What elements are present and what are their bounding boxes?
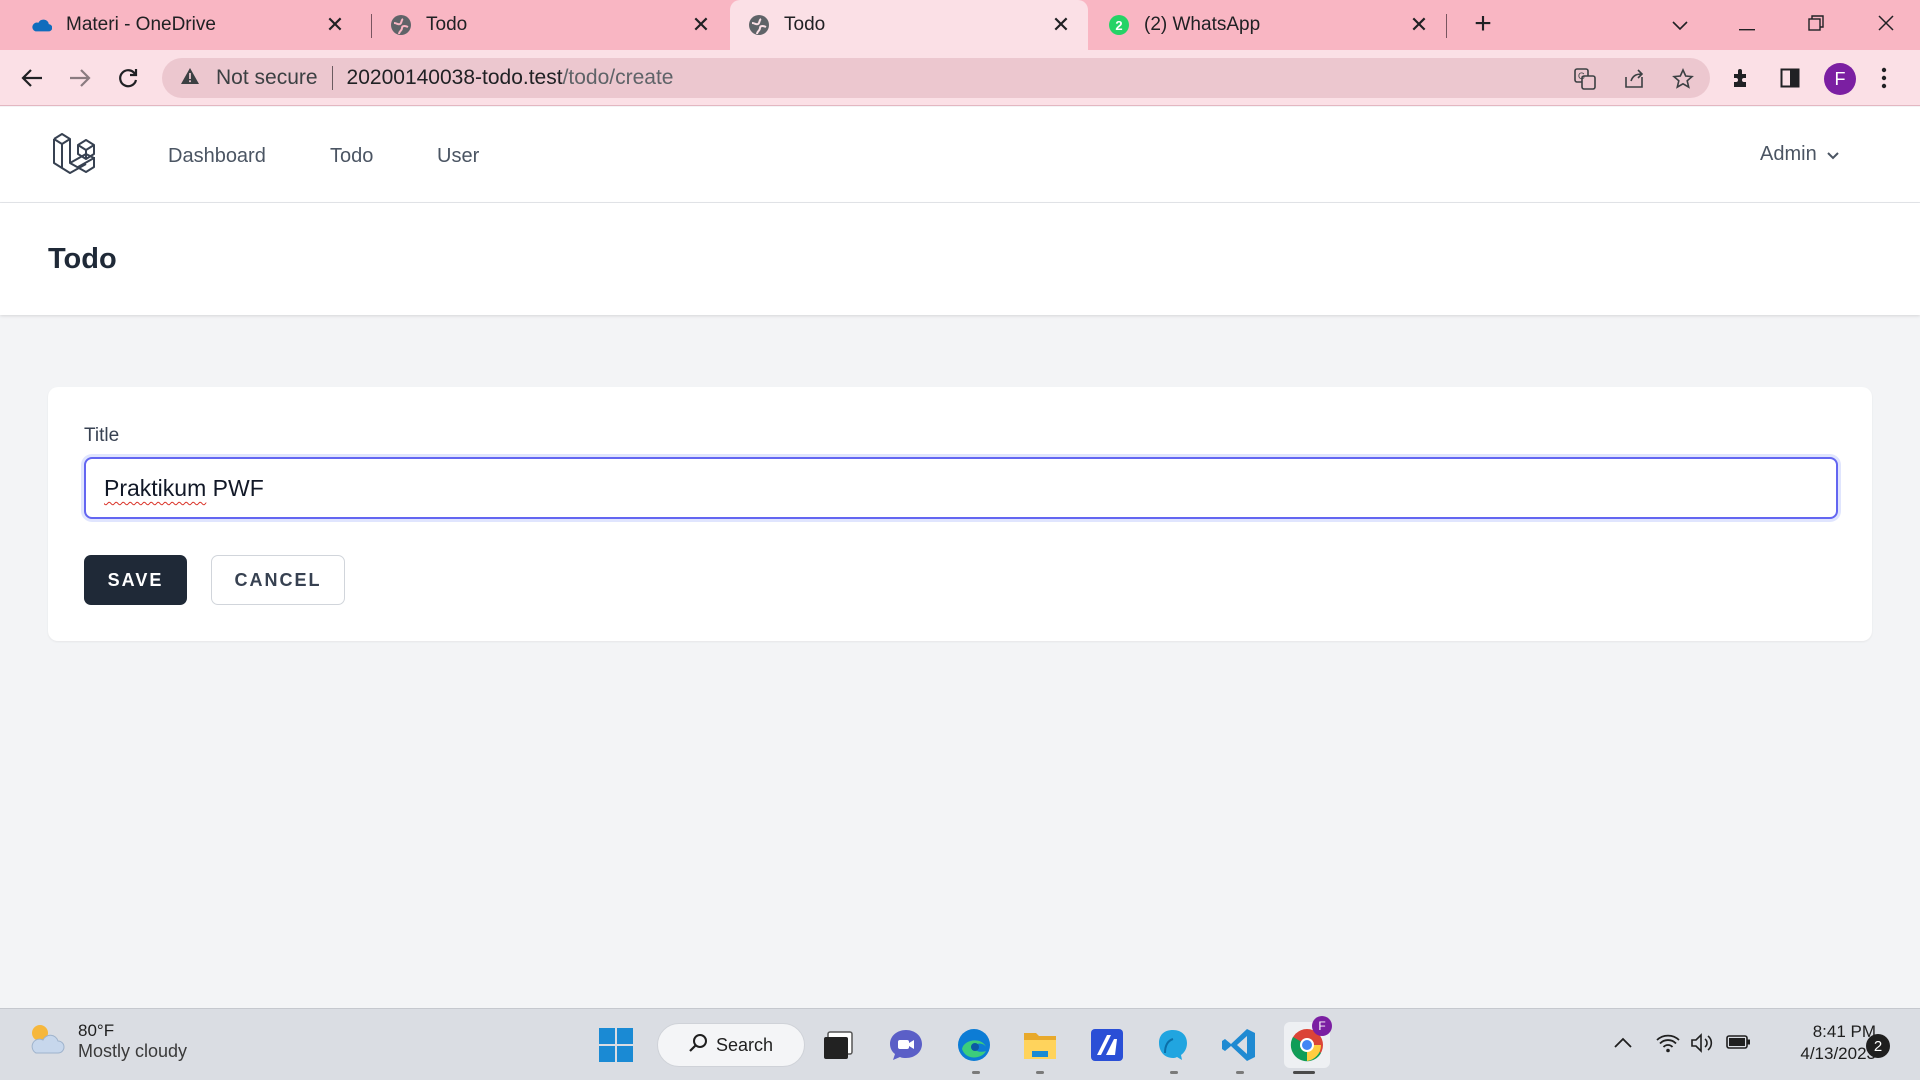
- edge-browser-icon[interactable]: [954, 1025, 994, 1065]
- title-input-word-misspelled: Praktikum: [104, 475, 207, 501]
- clock-time: 8:41 PM: [1812, 1022, 1876, 1041]
- share-icon[interactable]: [1621, 66, 1647, 92]
- active-indicator: [1293, 1071, 1315, 1074]
- running-indicator: [972, 1071, 980, 1074]
- weather-temperature: 80°F: [78, 1021, 115, 1040]
- user-menu-dropdown[interactable]: Admin: [1760, 143, 1839, 166]
- globe-icon: [390, 14, 412, 36]
- running-indicator: [1170, 1071, 1178, 1074]
- tab-todo-active[interactable]: Todo ✕: [730, 0, 1088, 50]
- app-navbar: Dashboard Todo User Admin: [0, 107, 1920, 203]
- tab-divider: [1446, 14, 1447, 38]
- navicat-icon[interactable]: [1153, 1025, 1193, 1065]
- cancel-button[interactable]: CANCEL: [211, 555, 345, 605]
- task-view-icon[interactable]: [818, 1025, 858, 1065]
- page-title: Todo: [48, 243, 117, 275]
- svg-text:G: G: [1578, 71, 1585, 81]
- whatsapp-icon: 2: [1108, 14, 1130, 36]
- show-hidden-icons-icon[interactable]: [1614, 1031, 1632, 1054]
- chrome-profile-badge: F: [1312, 1016, 1332, 1036]
- tab-close-icon[interactable]: ✕: [1050, 14, 1072, 36]
- tab-close-icon[interactable]: ✕: [324, 14, 346, 36]
- title-field-label: Title: [84, 425, 120, 446]
- more-menu-icon[interactable]: [1868, 62, 1900, 94]
- partly-cloudy-icon: [26, 1021, 66, 1062]
- new-tab-button[interactable]: +: [1468, 9, 1498, 40]
- extensions-icon[interactable]: [1726, 62, 1758, 94]
- system-clock[interactable]: 8:41 PM 4/13/2023: [1770, 1021, 1876, 1065]
- wifi-icon[interactable]: [1656, 1033, 1680, 1059]
- restore-icon[interactable]: [1796, 8, 1836, 42]
- translate-icon[interactable]: G: [1572, 66, 1598, 92]
- profile-avatar[interactable]: F: [1824, 63, 1856, 95]
- nav-link-todo[interactable]: Todo: [330, 145, 373, 168]
- battery-charging-icon[interactable]: [1726, 1033, 1752, 1057]
- tab-todo[interactable]: Todo ✕: [372, 0, 728, 50]
- title-input[interactable]: Praktikum PWF: [84, 457, 1838, 519]
- user-menu-label: Admin: [1760, 143, 1817, 165]
- security-label[interactable]: Not secure: [216, 66, 318, 90]
- globe-icon: [748, 14, 770, 36]
- windows-taskbar: 80°F Mostly cloudy Search F 8:41 PM 4/13…: [0, 1008, 1920, 1080]
- back-icon[interactable]: [14, 60, 50, 96]
- tab-title: Todo: [784, 14, 826, 35]
- teams-chat-icon[interactable]: [886, 1025, 926, 1065]
- onedrive-icon: [30, 14, 52, 36]
- taskbar-search-label: Search: [716, 1034, 774, 1055]
- omnibox-divider: [331, 66, 333, 90]
- laravel-logo-icon[interactable]: [50, 131, 100, 181]
- bookmark-star-icon[interactable]: [1670, 66, 1696, 92]
- running-indicator: [1236, 1071, 1244, 1074]
- url-host: 20200140038-todo.test: [346, 66, 563, 89]
- clock-date: 4/13/2023: [1800, 1044, 1876, 1063]
- tab-search-icon[interactable]: [1660, 8, 1700, 42]
- taskbar-search[interactable]: Search: [657, 1023, 805, 1067]
- running-indicator: [1036, 1071, 1044, 1074]
- notification-badge[interactable]: 2: [1866, 1034, 1890, 1058]
- warning-icon: [180, 67, 204, 90]
- search-icon: [688, 1033, 708, 1058]
- title-input-word: PWF: [206, 475, 264, 501]
- close-window-icon[interactable]: [1866, 8, 1906, 42]
- tab-close-icon[interactable]: ✕: [690, 14, 712, 36]
- address-bar[interactable]: Not secure 20200140038-todo.test/todo/cr…: [162, 58, 1710, 98]
- tab-title: (2) WhatsApp: [1144, 14, 1261, 35]
- nav-link-user[interactable]: User: [437, 145, 479, 168]
- reload-icon[interactable]: [110, 60, 146, 96]
- browser-toolbar: Not secure 20200140038-todo.test/todo/cr…: [0, 50, 1920, 106]
- forward-icon[interactable]: [62, 60, 98, 96]
- minimize-icon[interactable]: [1727, 8, 1767, 42]
- whatsapp-badge: 2: [1115, 18, 1122, 33]
- save-button[interactable]: SAVE: [84, 555, 187, 605]
- tab-title: Todo: [426, 14, 468, 35]
- tab-onedrive[interactable]: Materi - OneDrive ✕: [0, 0, 362, 50]
- page-header: Todo: [0, 203, 1920, 315]
- todo-form-card: Title Praktikum PWF SAVE CANCEL: [48, 387, 1872, 641]
- volume-icon[interactable]: [1690, 1033, 1714, 1059]
- tab-title: Materi - OneDrive: [66, 14, 216, 35]
- tab-whatsapp[interactable]: 2 (2) WhatsApp ✕: [1090, 0, 1446, 50]
- app-store-icon[interactable]: [1087, 1025, 1127, 1065]
- browser-tab-strip: Materi - OneDrive ✕ Todo ✕ Todo ✕ 2 (2) …: [0, 0, 1920, 50]
- side-panel-icon[interactable]: [1774, 62, 1806, 94]
- chevron-down-icon: [1826, 143, 1839, 166]
- nav-link-dashboard[interactable]: Dashboard: [168, 145, 266, 168]
- weather-condition: Mostly cloudy: [78, 1041, 188, 1061]
- chrome-taskbar-icon[interactable]: F: [1284, 1016, 1332, 1068]
- vscode-icon[interactable]: [1219, 1025, 1259, 1065]
- file-explorer-icon[interactable]: [1020, 1025, 1060, 1065]
- weather-widget[interactable]: 80°F Mostly cloudy: [26, 1021, 187, 1062]
- windows-start-icon[interactable]: [596, 1025, 636, 1065]
- url-path: /todo/create: [562, 66, 674, 89]
- tab-close-icon[interactable]: ✕: [1408, 14, 1430, 36]
